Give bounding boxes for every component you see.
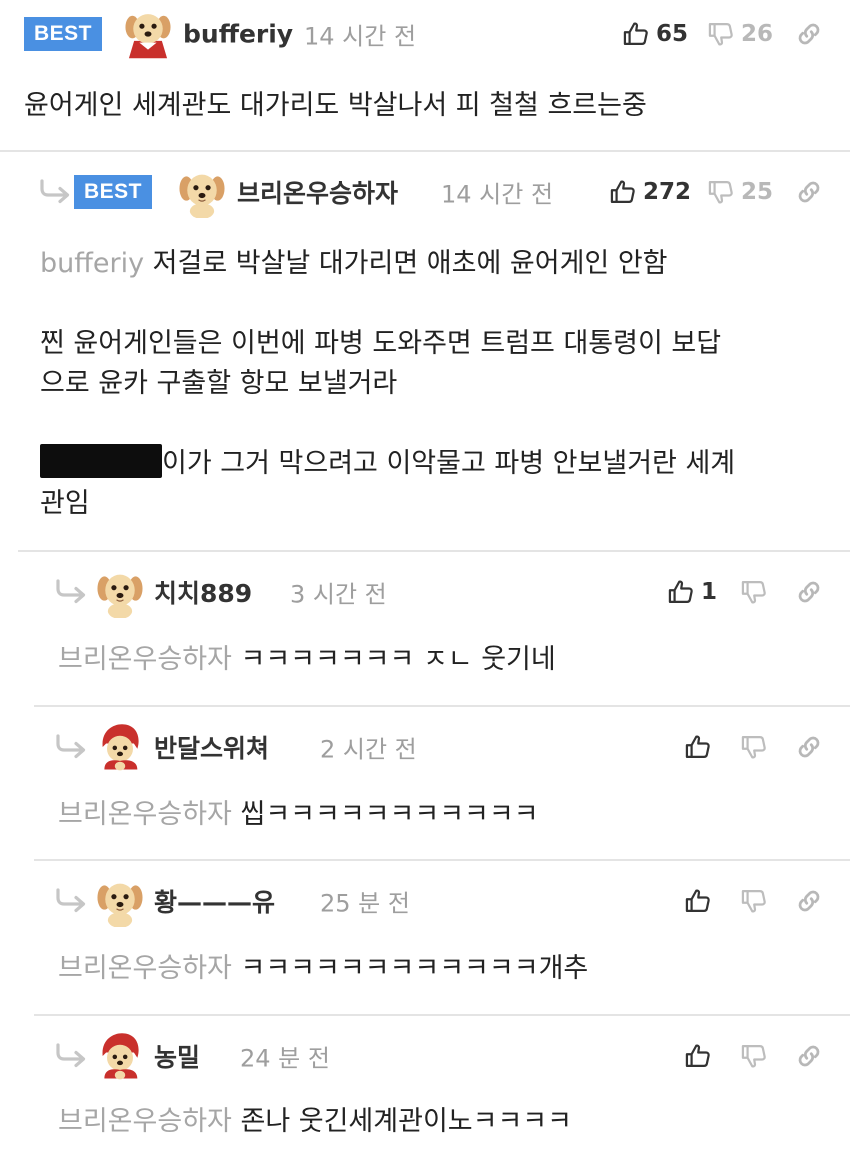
comment-item: 농밀 24 분 전 브리온우승하자 존나 웃긴세계관이노ㅋㅋㅋㅋ — [0, 1016, 850, 1158]
best-badge: BEST — [74, 175, 153, 209]
avatar[interactable] — [122, 8, 174, 60]
mention-tag[interactable]: 브리온우승하자 — [58, 644, 232, 675]
reply-arrow-icon — [54, 888, 88, 914]
nickname[interactable]: 황———유 — [154, 883, 275, 919]
thumbs-down-icon[interactable] — [740, 887, 768, 915]
avatar[interactable] — [94, 721, 146, 773]
comment-line: 관임 — [40, 488, 90, 519]
thumbs-down-icon[interactable] — [740, 733, 768, 761]
link-icon[interactable] — [794, 577, 824, 607]
upvote-count: 65 — [656, 21, 689, 47]
avatar[interactable] — [94, 566, 146, 618]
thumbs-up-icon — [667, 578, 695, 606]
comment-body: 윤어게인 세계관도 대가리도 박살나서 피 철철 흐르는중 — [24, 90, 647, 121]
avatar[interactable] — [94, 1030, 146, 1082]
nickname[interactable]: 농밀 — [154, 1038, 200, 1074]
nickname[interactable]: 반달스위쳐 — [154, 729, 269, 765]
thumbs-down-icon — [707, 20, 735, 48]
comment-text: ㅋㅋㅋㅋㅋㅋㅋㅋㅋㅋㅋㅋ개추 — [240, 953, 589, 984]
comment-line: 이가 그거 막으려고 이악물고 파병 안보낼거란 세계 — [40, 444, 735, 484]
downvote-button[interactable]: 26 — [707, 20, 773, 48]
upvote-count: 272 — [643, 179, 692, 205]
timestamp: 3 시간 전 — [290, 580, 387, 609]
avatar[interactable] — [94, 875, 146, 927]
comment-body: bufferiy 저걸로 박살날 대가리면 애초에 윤어게인 안함 찐 윤어게인… — [40, 244, 735, 524]
link-icon[interactable] — [794, 19, 824, 49]
upvote-count: 1 — [701, 579, 718, 605]
comment-body: 브리온우승하자 존나 웃긴세계관이노ㅋㅋㅋㅋ — [58, 1102, 572, 1142]
timestamp: 14 시간 전 — [441, 180, 554, 209]
comment-text: 존나 웃긴세계관이노ㅋㅋㅋㅋ — [240, 1106, 572, 1137]
comment-item: 반달스위쳐 2 시간 전 브리온우승하자 씹ㅋㅋㅋㅋㅋㅋㅋㅋㅋㅋㅋ — [0, 707, 850, 859]
best-badge: BEST — [24, 17, 103, 51]
comment-body: 브리온우승하자 ㅋㅋㅋㅋㅋㅋㅋ ㅈㄴ 웃기네 — [58, 640, 556, 680]
comment-line: bufferiy 저걸로 박살날 대가리면 애초에 윤어게인 안함 — [40, 244, 735, 284]
mention-tag[interactable]: bufferiy — [40, 248, 144, 279]
downvote-button[interactable]: 25 — [707, 178, 773, 206]
link-icon[interactable] — [794, 732, 824, 762]
comment-text: 씹ㅋㅋㅋㅋㅋㅋㅋㅋㅋㅋㅋ — [240, 799, 539, 830]
comment-line: 으로 윤카 구출할 항모 보낼거라 — [40, 368, 398, 399]
downvote-count: 25 — [741, 179, 774, 205]
thumbs-up-icon[interactable] — [684, 733, 712, 761]
thumbs-up-icon[interactable] — [684, 887, 712, 915]
upvote-button[interactable]: 272 — [609, 178, 691, 206]
downvote-count: 26 — [741, 21, 774, 47]
upvote-button[interactable]: 65 — [622, 20, 688, 48]
comment-text: 저걸로 박살날 대가리면 애초에 윤어게인 안함 — [152, 248, 668, 279]
thumbs-down-icon[interactable] — [740, 1042, 768, 1070]
thumbs-up-icon — [622, 20, 650, 48]
comment-text: 이가 그거 막으려고 이악물고 파병 안보낼거란 세계 — [162, 448, 736, 479]
thumbs-down-icon — [707, 178, 735, 206]
reply-arrow-icon — [54, 734, 88, 760]
nickname[interactable]: 치치889 — [154, 574, 252, 610]
thumbs-up-icon[interactable] — [684, 1042, 712, 1070]
comment-body: 브리온우승하자 씹ㅋㅋㅋㅋㅋㅋㅋㅋㅋㅋㅋ — [58, 795, 539, 835]
comment-item: 황———유 25 분 전 브리온우승하자 ㅋㅋㅋㅋㅋㅋㅋㅋㅋㅋㅋㅋ개추 — [0, 861, 850, 1014]
upvote-button[interactable]: 1 — [667, 578, 717, 606]
redacted-block — [40, 444, 162, 478]
timestamp: 25 분 전 — [320, 889, 410, 918]
mention-tag[interactable]: 브리온우승하자 — [58, 953, 232, 984]
mention-tag[interactable]: 브리온우승하자 — [58, 1106, 232, 1137]
comment-text: ㅋㅋㅋㅋㅋㅋㅋ ㅈㄴ 웃기네 — [240, 644, 556, 675]
thumbs-down-icon[interactable] — [740, 578, 768, 606]
link-icon[interactable] — [794, 177, 824, 207]
reply-arrow-icon — [38, 179, 72, 205]
timestamp: 2 시간 전 — [320, 735, 417, 764]
comment-body: 브리온우승하자 ㅋㅋㅋㅋㅋㅋㅋㅋㅋㅋㅋㅋ개추 — [58, 949, 588, 989]
timestamp: 14 시간 전 — [304, 22, 417, 51]
thumbs-up-icon — [609, 178, 637, 206]
reply-arrow-icon — [54, 579, 88, 605]
avatar[interactable] — [176, 166, 228, 218]
reply-arrow-icon — [54, 1043, 88, 1069]
comment-item: BEST bufferiy 14 시간 전 65 26 윤어게인 세계관도 대가… — [0, 10, 850, 150]
link-icon[interactable] — [794, 886, 824, 916]
link-icon[interactable] — [794, 1041, 824, 1071]
nickname[interactable]: 브리온우승하자 — [237, 174, 398, 210]
mention-tag[interactable]: 브리온우승하자 — [58, 799, 232, 830]
comment-item: 치치889 3 시간 전 1 브리온우승하자 ㅋㅋㅋㅋㅋㅋㅋ ㅈㄴ 웃기네 — [0, 552, 850, 705]
comment-line: 찐 윤어게인들은 이번에 파병 도와주면 트럼프 대통령이 보답 — [40, 328, 722, 359]
timestamp: 24 분 전 — [240, 1044, 330, 1073]
comment-item: BEST 브리온우승하자 14 시간 전 272 25 bufferiy 저걸로… — [0, 152, 850, 550]
nickname[interactable]: bufferiy — [183, 20, 293, 49]
